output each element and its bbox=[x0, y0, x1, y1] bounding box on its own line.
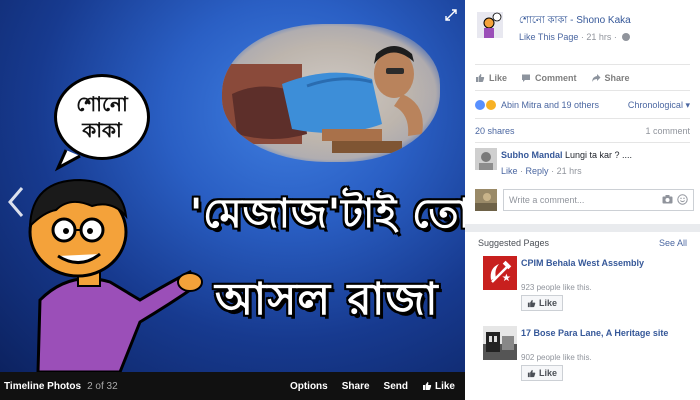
see-all-link[interactable]: See All bbox=[659, 238, 687, 250]
suggested-page-item: 17 Bose Para Lane, A Heritage site 902 p… bbox=[483, 326, 693, 386]
photo-like-button[interactable]: Like bbox=[422, 381, 455, 392]
bubble-logo-text: শোনো কাকা bbox=[76, 92, 128, 142]
reactions-row: Abin Mitra and 19 others Chronological ▾ bbox=[475, 98, 690, 112]
previous-photo-arrow-icon[interactable] bbox=[6, 185, 26, 219]
share-action[interactable]: Share bbox=[591, 73, 630, 83]
photo-position: 2 of 32 bbox=[87, 380, 118, 392]
suggested-page-likes: 923 people like this. bbox=[521, 283, 592, 292]
camera-icon[interactable] bbox=[662, 195, 673, 204]
public-globe-icon bbox=[622, 33, 631, 41]
page-header: শোনো কাকা - Shono Kaka Like This Page · … bbox=[477, 12, 692, 48]
shares-count-link[interactable]: 20 shares bbox=[475, 126, 515, 138]
comment-author[interactable]: Subho Mandal bbox=[501, 150, 563, 160]
suggested-page-likes: 902 people like this. bbox=[521, 353, 592, 362]
comment-meta: Like · Reply · 21 hrs bbox=[501, 166, 582, 176]
page-name-link[interactable]: শোনো কাকা - Shono Kaka bbox=[519, 13, 631, 30]
like-this-page-link[interactable]: Like This Page bbox=[519, 32, 578, 42]
share-label: Share bbox=[341, 380, 370, 392]
post-actions: Like Comment Share bbox=[475, 70, 690, 86]
speech-bubble: শোনো কাকা bbox=[54, 74, 150, 160]
photo-sidebar: শোনো কাকা - Shono Kaka Like This Page · … bbox=[465, 0, 700, 400]
comment-action-label: Comment bbox=[535, 73, 577, 83]
divider bbox=[475, 64, 690, 65]
suggested-page-item: CPIM Behala West Assembly 923 people lik… bbox=[483, 256, 693, 316]
viewer-avatar-image bbox=[475, 189, 497, 211]
commenter-avatar[interactable] bbox=[475, 148, 497, 170]
photo-action-bar: Timeline Photos 2 of 32 Options Share Se… bbox=[0, 372, 465, 400]
haha-reaction-icon bbox=[486, 100, 496, 110]
comment-bubble-icon bbox=[522, 74, 531, 82]
stats-row: 20 shares 1 comment bbox=[475, 126, 690, 138]
share-button[interactable]: Share bbox=[342, 381, 370, 392]
post-time[interactable]: 21 hrs bbox=[586, 32, 611, 42]
suggested-page-like-label: Like bbox=[539, 368, 558, 378]
fullscreen-icon[interactable] bbox=[444, 8, 458, 22]
timeline-photo[interactable]: শোনো কাকা 'মেজাজ'টাই তো আসল রাজা bbox=[0, 0, 465, 372]
comments-count-link[interactable]: 1 comment bbox=[645, 126, 690, 138]
thumbs-up-icon bbox=[527, 299, 536, 307]
page-subline: Like This Page · 21 hrs · bbox=[519, 32, 631, 42]
hammer-sickle-icon bbox=[483, 256, 517, 290]
like-action[interactable]: Like bbox=[475, 73, 507, 83]
comment-like-link[interactable]: Like bbox=[501, 166, 518, 176]
headline-line-1: 'মেজাজ'টাই তো bbox=[190, 191, 465, 237]
emoji-icon[interactable] bbox=[677, 194, 688, 205]
suggested-page-like-button[interactable]: Like bbox=[521, 365, 564, 381]
divider bbox=[475, 90, 690, 91]
comment-order-dropdown[interactable]: Chronological ▾ bbox=[628, 100, 690, 111]
suggested-page-like-button[interactable]: Like bbox=[521, 295, 564, 311]
suggested-pages-header: Suggested Pages See All bbox=[478, 238, 687, 250]
section-separator bbox=[465, 224, 700, 232]
comment-time[interactable]: 21 hrs bbox=[557, 166, 582, 176]
chevron-down-icon: ▾ bbox=[685, 99, 690, 110]
thumbs-up-icon bbox=[422, 382, 432, 390]
send-button[interactable]: Send bbox=[384, 381, 408, 392]
suggested-page-name[interactable]: CPIM Behala West Assembly bbox=[521, 257, 681, 269]
photo-like-label: Like bbox=[434, 380, 455, 392]
heritage-building-photo bbox=[483, 326, 517, 360]
thumbs-up-icon bbox=[476, 74, 485, 82]
headline-line-2: আসল রাজা bbox=[215, 274, 439, 325]
comment-order-label: Chronological bbox=[627, 99, 683, 110]
comment-action[interactable]: Comment bbox=[521, 73, 577, 83]
reactors-link[interactable]: Abin Mitra and 19 others bbox=[501, 100, 599, 110]
suggested-pages-title: Suggested Pages bbox=[478, 238, 550, 248]
comment-text: Lungi ta kar ? .... bbox=[565, 150, 633, 160]
comment-item: Subho Mandal Lungi ta kar ? .... Like · … bbox=[475, 148, 690, 178]
suggested-page-thumb[interactable] bbox=[483, 326, 517, 360]
photo-viewer: শোনো কাকা 'মেজাজ'টাই তো আসল রাজা Timelin… bbox=[0, 0, 465, 400]
share-action-label: Share bbox=[604, 73, 630, 83]
send-label: Send bbox=[383, 380, 408, 392]
options-button[interactable]: Options bbox=[290, 381, 328, 392]
commenter-avatar-image bbox=[475, 148, 497, 170]
like-action-label: Like bbox=[489, 73, 508, 83]
suggested-page-name[interactable]: 17 Bose Para Lane, A Heritage site bbox=[521, 327, 681, 339]
thumbs-up-icon bbox=[527, 369, 536, 377]
divider bbox=[475, 142, 690, 143]
page-avatar-image bbox=[477, 12, 503, 38]
like-reaction-icon bbox=[475, 100, 485, 110]
comment-line: Subho Mandal Lungi ta kar ? .... bbox=[501, 150, 632, 160]
viewer-avatar bbox=[475, 189, 497, 211]
suggested-page-thumb[interactable] bbox=[483, 256, 517, 290]
album-title[interactable]: Timeline Photos bbox=[4, 381, 81, 392]
comment-reply-link[interactable]: Reply bbox=[526, 166, 549, 176]
suggested-page-like-label: Like bbox=[539, 298, 558, 308]
comment-composer bbox=[475, 189, 694, 213]
divider bbox=[475, 118, 690, 119]
share-arrow-icon bbox=[591, 74, 601, 82]
options-label: Options bbox=[289, 380, 328, 392]
page-avatar[interactable] bbox=[477, 12, 503, 38]
